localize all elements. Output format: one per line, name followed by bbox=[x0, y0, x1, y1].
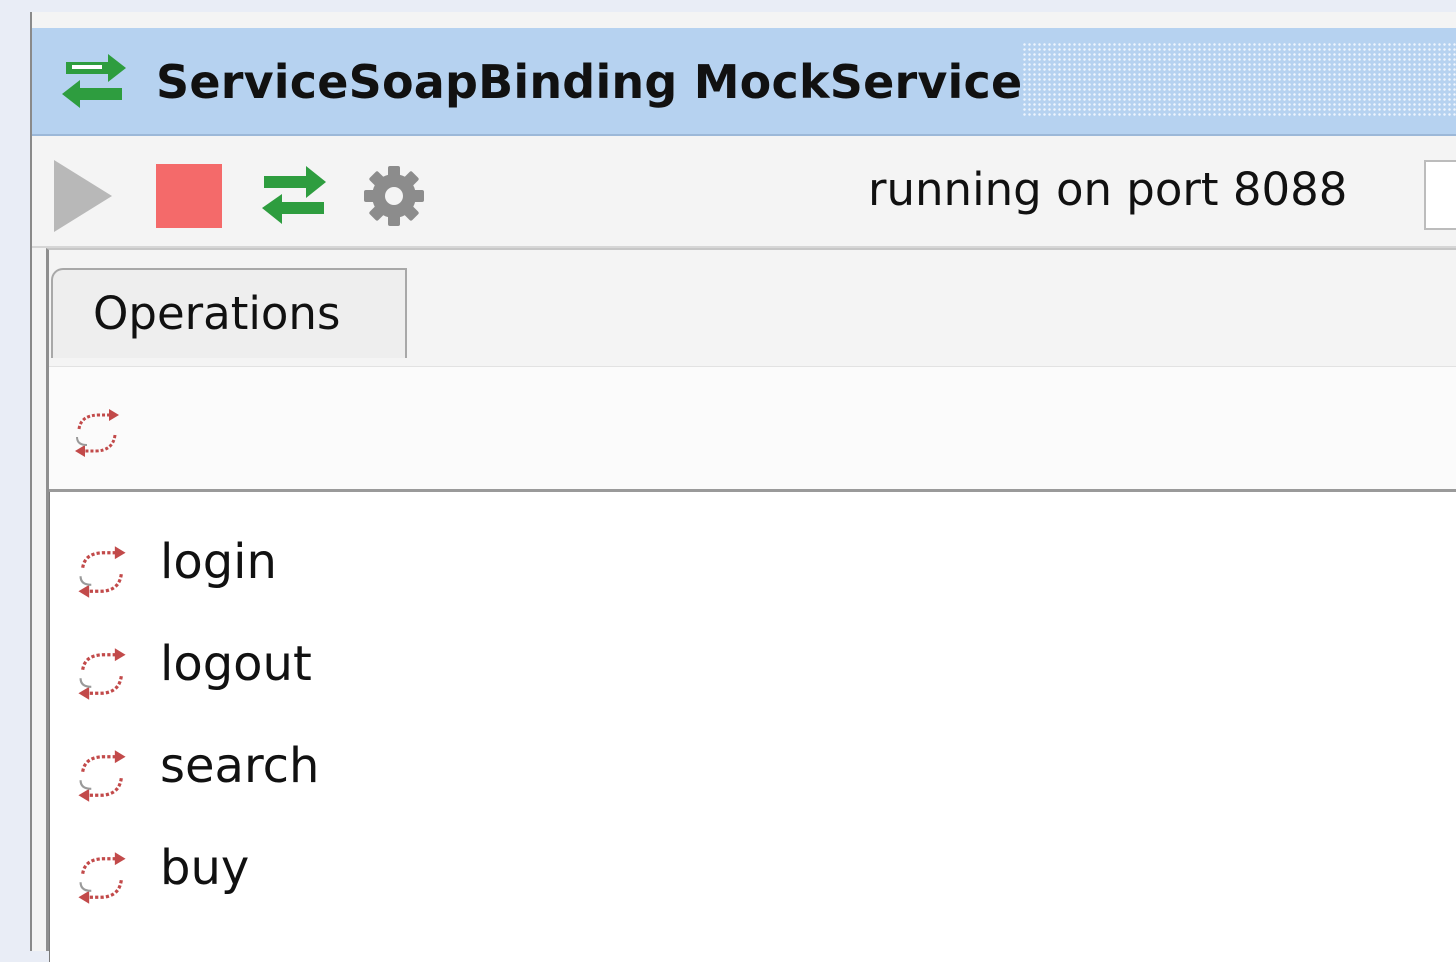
mock-operation-icon bbox=[72, 848, 132, 912]
list-item[interactable]: buy bbox=[50, 818, 1450, 918]
list-item[interactable]: search bbox=[50, 716, 1450, 816]
operation-label: logout bbox=[160, 636, 312, 692]
gear-icon[interactable] bbox=[362, 164, 426, 232]
operation-label: login bbox=[160, 534, 277, 590]
mock-operation-icon bbox=[72, 542, 132, 606]
mockservice-arrows-icon[interactable] bbox=[258, 166, 330, 230]
mock-operation-icon bbox=[72, 746, 132, 810]
toolbar-field[interactable] bbox=[1424, 160, 1456, 230]
title-bar[interactable]: ServiceSoapBinding MockService bbox=[32, 28, 1456, 136]
play-icon[interactable] bbox=[52, 156, 114, 240]
tab-operations[interactable]: Operations bbox=[51, 268, 407, 358]
operations-panel: Operations login logout search buy bbox=[46, 248, 1456, 962]
mockservice-arrows-icon bbox=[58, 52, 130, 116]
operation-label: buy bbox=[160, 840, 250, 896]
list-item[interactable]: logout bbox=[50, 614, 1450, 714]
tab-label: Operations bbox=[93, 287, 341, 340]
mockservice-window: ServiceSoapBinding MockService running o… bbox=[30, 12, 1456, 962]
list-item[interactable]: login bbox=[50, 512, 1450, 612]
stop-icon[interactable] bbox=[156, 164, 222, 232]
service-status: running on port 8088 bbox=[868, 163, 1348, 216]
mockservice-toolbar: running on port 8088 bbox=[32, 136, 1456, 248]
window-title: ServiceSoapBinding MockService bbox=[156, 55, 1023, 109]
mock-operation-icon bbox=[72, 644, 132, 708]
operations-list: login logout search buy bbox=[49, 492, 1456, 962]
title-bar-grip bbox=[1022, 42, 1456, 118]
operation-label: search bbox=[160, 738, 320, 794]
operations-toolbar bbox=[49, 366, 1456, 492]
mock-operation-icon[interactable] bbox=[69, 405, 125, 465]
